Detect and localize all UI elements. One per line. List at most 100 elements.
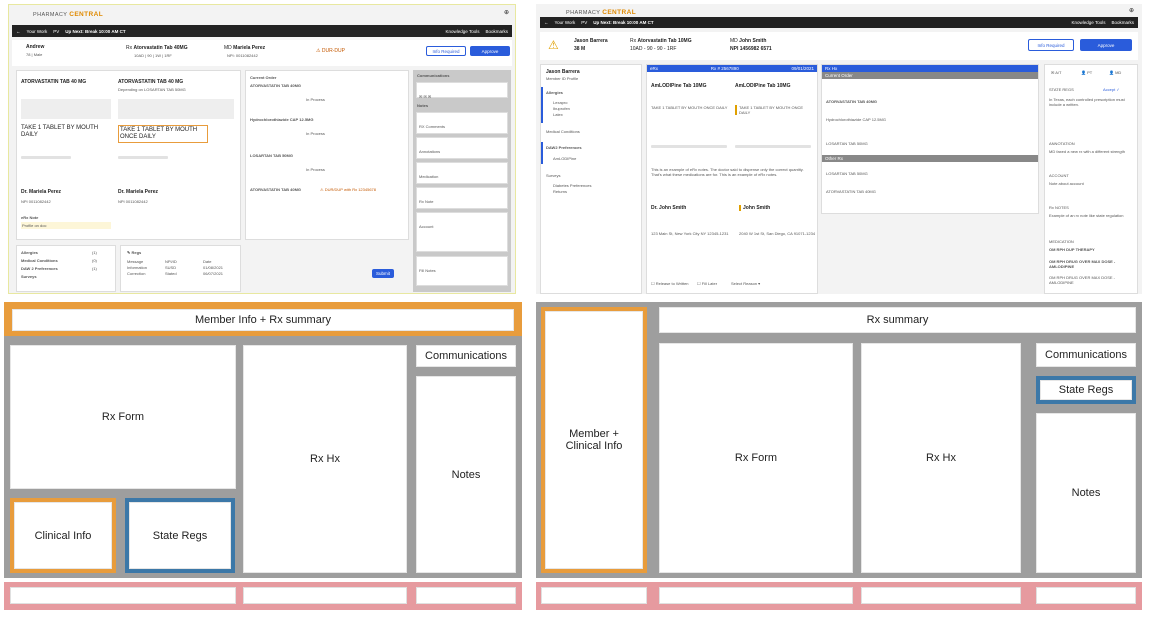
md-sub: NPI 1456982 6571 [730, 46, 772, 52]
up-next-label: Up Next: Break 10:00 AM CT [65, 28, 126, 34]
rx-form-left-sig[interactable]: TAKE 1 TABLET BY MOUTH ONCE DAILY [651, 105, 729, 110]
note-card-3[interactable]: Medication [416, 162, 508, 184]
rx-notes-text: Example of an rx note like state regulat… [1049, 213, 1124, 218]
account-icon[interactable]: ⊕ [1129, 8, 1134, 15]
approve-button[interactable]: Approve [1080, 39, 1132, 51]
med-item-3: OM RPH DRUG OVER MAX DOSE - AMLODIPINE [1049, 275, 1116, 285]
note-card-4[interactable]: Rx Note [416, 187, 508, 209]
wf-left-footer-slot [10, 587, 236, 604]
erx-note-label: eRx Note [21, 215, 39, 220]
back-button[interactable]: ← [544, 20, 549, 25]
rx-hx-item-4[interactable]: LOSARTAN TAB 50MG [826, 171, 868, 176]
rx-form-right-title: ATORVASTATIN TAB 40 MG [118, 79, 184, 85]
top-nav: ← Your Work PV Up Next: Break 10:00 AM C… [540, 17, 1138, 28]
release-checkbox[interactable]: ☐ Release to Written [651, 281, 689, 286]
rx-hx-item-2[interactable]: Hydrochlorothiazide CAP 12.5MG [250, 117, 314, 122]
account-icon[interactable]: ⊕ [504, 10, 509, 17]
approve-button[interactable]: Approve [470, 46, 510, 56]
notes-tab-md[interactable]: 👤 MD [1109, 70, 1121, 75]
left-screenshot: PHARMACY CENTRAL ⊕ ← Your Work PV Up Nex… [8, 4, 516, 294]
bookmarks-button[interactable]: Bookmarks [1111, 20, 1134, 25]
rx-hx-item-3[interactable]: LOSARTAN TAB 50MG [826, 141, 868, 146]
allergy-item: Lexapro [553, 100, 568, 105]
sidebar-surveys[interactable]: Surveys [546, 173, 560, 178]
brand-logo: PHARMACY CENTRAL [33, 11, 104, 18]
wf-right-footer-slot [1036, 587, 1136, 604]
wf-left-clinical: Clinical Info [14, 502, 112, 569]
rx-sub: 10AD | 90 | 1W | 1RF [134, 53, 172, 58]
rx-notes-label: Rx NOTES [1049, 205, 1069, 210]
note-card-6[interactable]: Fill Notes [416, 256, 508, 286]
rx-hx-item-5[interactable]: ATORVASTATIN TAB 40MG [826, 189, 876, 194]
med-item-1: OM RPH DUP THERAPY [1049, 247, 1095, 252]
rx-hx-other-label: Other Rx [822, 155, 1038, 162]
state-regs-text: In Texas, each controlled prescription m… [1049, 97, 1125, 107]
note-card-2[interactable]: Annotations [416, 137, 508, 159]
rx-hx-item-1[interactable]: ATORVASTATIN TAB 40MG [250, 83, 301, 88]
pv-tab[interactable]: PV [53, 29, 59, 34]
wf-left-rx-hx: Rx Hx [243, 345, 407, 573]
wf-right-state-regs: State Regs [1040, 380, 1132, 400]
info-required-button[interactable]: Info Required [1028, 39, 1074, 51]
note-card-1[interactable]: RX Comments [416, 112, 508, 134]
rx-form-left-sig[interactable]: TAKE 1 TABLET BY MOUTH DAILY [21, 125, 111, 139]
annotation-text: MD faxed a new rx with a different stren… [1049, 149, 1125, 154]
survey-item: Diabetes Preferences [553, 183, 592, 188]
clinical-daw[interactable]: DAW 2 Preferences [21, 266, 58, 271]
notes-panel: ✉ A/T 👤 PT 👤 MD STATE REGS Accept ✓ In T… [1044, 64, 1138, 294]
communications-icons[interactable]: ✉ ✉ ✉ [416, 82, 508, 99]
rx-summary: Rx Atorvastatin Tab 40MG [126, 45, 188, 51]
member-name: Andrew [26, 44, 45, 50]
accept-button[interactable]: Accept ✓ [1103, 87, 1120, 92]
notes-tab-pt[interactable]: 👤 PT [1081, 70, 1092, 75]
wf-left-footer-slot [243, 587, 407, 604]
submit-button[interactable]: Submit [372, 269, 394, 278]
rx-form-right-npi: NPI 0011082442 [118, 199, 148, 204]
sidebar-medical[interactable]: Medical Conditions [546, 129, 580, 134]
clinical-surveys[interactable]: Surveys [21, 274, 37, 279]
notes-tab-at[interactable]: ✉ A/T [1051, 70, 1061, 75]
clinical-info-panel: Allergies (1) Medical Conditions (0) DAW… [16, 245, 116, 292]
wf-left-state-regs: State Regs [129, 502, 231, 569]
rx-hx-item-2[interactable]: Hydrochlorothiazide CAP 12.5MG [826, 117, 886, 122]
fill-later-checkbox[interactable]: ☐ Fill Later [697, 281, 717, 286]
knowledge-tools-button[interactable]: Knowledge Tools [1072, 20, 1106, 25]
rx-form-left-address: 123 Main St, New York City NY 12345-1231 [651, 231, 729, 236]
bookmarks-button[interactable]: Bookmarks [485, 29, 508, 34]
rx-form-left-doctor: Dr. Mariela Perez [21, 189, 62, 195]
rx-hx-dur-flag: ⚠ DUR/DUP with Rx 12345678 [320, 187, 376, 192]
allergy-item: Latex [553, 112, 563, 117]
wf-right-notes: Notes [1036, 413, 1136, 573]
sidebar-allergies[interactable]: Allergies [546, 90, 563, 95]
rx-hx-item-3[interactable]: LOSARTAN TAB 50MG [250, 153, 293, 158]
clinical-allergies[interactable]: Allergies [21, 250, 38, 255]
clinical-medical[interactable]: Medical Conditions [21, 258, 58, 263]
member-name: Jason Barrera [574, 38, 608, 44]
top-nav: ← Your Work PV Up Next: Break 10:00 AM C… [12, 25, 512, 37]
med-item-2: OM RPH DRUG OVER MAX DOSE - AMLODIPINE [1049, 259, 1116, 269]
info-required-button[interactable]: Info Required [426, 46, 466, 56]
member-row: Andrew 78 | Male Rx Atorvastatin Tab 40M… [12, 40, 512, 66]
knowledge-tools-button[interactable]: Knowledge Tools [446, 29, 480, 34]
your-work-tab[interactable]: Your Work [27, 29, 48, 34]
rx-form-right-sig[interactable]: TAKE 1 TABLET BY MOUTH ONCE DAILY [118, 125, 208, 143]
rx-hx-status-3: In Process [306, 167, 325, 172]
back-button[interactable]: ← [16, 29, 21, 34]
rx-summary: Rx Atorvastatin Tab 10MG [630, 38, 692, 44]
note-card-5[interactable]: Account [416, 212, 508, 252]
rx-form-right-drug: AmLODIPine Tab 10MG [735, 83, 791, 89]
rx-form-right-doctor: John Smith [739, 205, 770, 211]
pv-tab[interactable]: PV [581, 20, 587, 25]
member-row: ⚠ Jason Barrera 38 M Rx Atorvastatin Tab… [540, 32, 1138, 60]
select-reason-dropdown[interactable]: Select Reason ▾ [731, 281, 760, 286]
wf-left-header: Member Info + Rx summary [12, 309, 514, 331]
rx-form-left-npi: NPI 0011082442 [21, 199, 51, 204]
your-work-tab[interactable]: Your Work [555, 20, 576, 25]
rx-hx-panel: Rx Hx Current Order ATORVASTATIN TAB 40M… [821, 64, 1039, 214]
sidebar-daw[interactable]: DAW2 Preferences [546, 145, 582, 150]
rx-hx-item-1[interactable]: ATORVASTATIN TAB 40MG [826, 99, 877, 104]
rx-hx-status-1: In Process [306, 97, 325, 102]
rx-form-right-sig[interactable]: TAKE 1 TABLET BY MOUTH ONCE DAILY [735, 105, 813, 115]
wf-right-header: Rx summary [659, 307, 1136, 333]
rx-hx-item-4[interactable]: ATORVASTATIN TAB 40MG [250, 187, 301, 192]
